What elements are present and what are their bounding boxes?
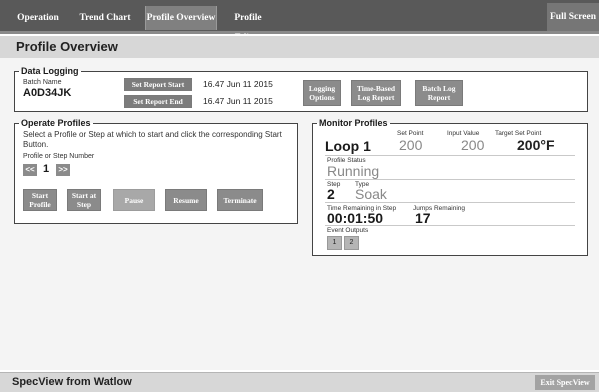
event-output-1[interactable]: 1 <box>327 236 342 250</box>
start-profile-button[interactable]: Start Profile <box>23 189 57 211</box>
previous-number-button[interactable]: << <box>23 164 37 176</box>
start-at-step-button[interactable]: Start at Step <box>67 189 101 211</box>
exit-specview-button[interactable]: Exit SpecView <box>535 375 595 390</box>
operate-profiles-panel: Operate Profiles Select a Profile or Ste… <box>14 118 298 224</box>
tab-operation[interactable]: Operation <box>10 8 66 28</box>
set-point-label: Set Point <box>397 130 424 137</box>
profile-step-number-label: Profile or Step Number <box>23 153 95 160</box>
resume-button[interactable]: Resume <box>165 189 207 211</box>
monitor-profiles-legend: Monitor Profiles <box>319 118 388 128</box>
batch-name-label: Batch Name <box>23 79 62 86</box>
batch-log-report-button[interactable]: Batch Log Report <box>415 80 463 106</box>
divider <box>325 179 575 180</box>
divider <box>325 202 575 203</box>
jumps-remaining-value: 17 <box>415 210 431 226</box>
report-end-time: 16.47 Jun 11 2015 <box>203 96 273 106</box>
type-value: Soak <box>355 186 387 202</box>
set-point-value: 200 <box>399 137 423 153</box>
logging-options-button[interactable]: Logging Options <box>303 80 341 106</box>
operate-instructions: Select a Profile or Step at which to sta… <box>23 130 282 149</box>
monitor-profiles-panel: Monitor Profiles Loop 1 Set Point 200 In… <box>312 118 588 256</box>
event-output-2[interactable]: 2 <box>344 236 359 250</box>
divider <box>325 155 575 156</box>
target-set-point-value: 200°F <box>517 137 555 153</box>
step-value: 2 <box>327 186 335 202</box>
loop-name: Loop 1 <box>325 138 371 154</box>
report-start-time: 16.47 Jun 11 2015 <box>203 79 273 89</box>
pause-button[interactable]: Pause <box>113 189 155 211</box>
brand-label: SpecView from Watlow <box>12 376 132 388</box>
status-bar: SpecView from Watlow Exit SpecView <box>0 372 599 392</box>
tab-profile-overview[interactable]: Profile Overview <box>145 6 217 30</box>
set-report-start-button[interactable]: Set Report Start <box>124 78 192 91</box>
data-logging-panel: Data Logging Batch Name A0D34JK Set Repo… <box>14 66 588 112</box>
time-based-log-report-button[interactable]: Time-Based Log Report <box>351 80 401 106</box>
next-number-button[interactable]: >> <box>56 164 70 176</box>
terminate-button[interactable]: Terminate <box>217 189 263 211</box>
full-screen-button[interactable]: Full Screen <box>547 3 599 31</box>
tab-trend-chart[interactable]: Trend Chart <box>72 8 138 28</box>
page-title: Profile Overview <box>16 39 118 54</box>
operate-profiles-legend: Operate Profiles <box>21 118 91 128</box>
content-area: Data Logging Batch Name A0D34JK Set Repo… <box>0 58 599 370</box>
set-report-end-button[interactable]: Set Report End <box>124 95 192 108</box>
time-remaining-value: 00:01:50 <box>327 210 384 226</box>
profile-step-number-value: 1 <box>43 163 50 175</box>
top-nav-bar: Operation Trend Chart Profile Overview P… <box>0 0 599 43</box>
divider <box>325 225 575 226</box>
input-value: 200 <box>461 137 485 153</box>
page-title-bar: Profile Overview <box>0 36 599 59</box>
event-outputs-label: Event Outputs <box>327 227 369 234</box>
data-logging-legend: Data Logging <box>21 66 79 76</box>
target-set-point-label: Target Set Point <box>495 130 542 137</box>
tab-profile-editor[interactable]: Profile Editor <box>220 8 276 43</box>
input-value-label: Input Value <box>447 130 480 137</box>
batch-name-value: A0D34JK <box>23 87 72 99</box>
profile-status-value: Running <box>327 163 380 179</box>
